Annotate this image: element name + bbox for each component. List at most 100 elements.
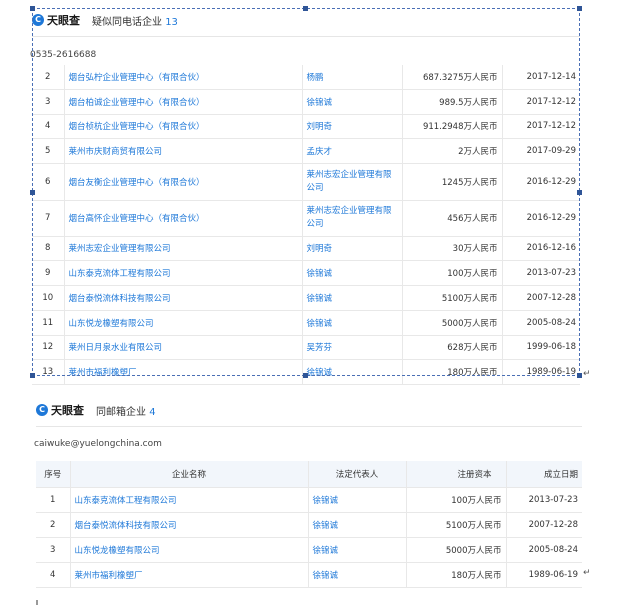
- section-divider: [36, 426, 582, 427]
- company-name-link[interactable]: 烟台高怀企业管理中心（有限合伙）: [64, 200, 303, 237]
- table-row: 2 烟台泰悦流体科技有限公司 徐锦诚 5100万人民币 2007-12-28: [36, 512, 582, 538]
- same-email-table: 序号 企业名称 法定代表人 注册资本 成立日期 1 山东泰克流体工程有限公司 徐锦诚…: [36, 461, 582, 588]
- table-row: 12 莱州日月泉水业有限公司 吴芳芬 628万人民币 1999-06-18: [32, 335, 580, 360]
- email-address: caiwuke@yuelongchina.com: [34, 439, 162, 449]
- section-title-same-phone: 疑似同电话企业 13: [92, 13, 178, 28]
- company-name-link[interactable]: 烟台柏诚企业管理中心（有限合伙）: [64, 89, 303, 115]
- table-row: 4 莱州市福利橡塑厂 徐锦诚 180万人民币 1989-06-19: [36, 562, 582, 588]
- registered-capital: 687.3275万人民币: [402, 65, 503, 90]
- tianyancha-logo: C 天眼查: [32, 12, 80, 28]
- resize-handle-tl[interactable]: [30, 6, 35, 11]
- founded-date: 2017-12-14: [502, 65, 580, 90]
- registered-capital: 989.5万人民币: [402, 89, 503, 115]
- row-index: 11: [32, 310, 65, 336]
- legal-rep-link[interactable]: 孟庆才: [302, 138, 403, 164]
- company-name-link[interactable]: 山东悦龙橡塑有限公司: [64, 310, 303, 336]
- legal-rep-link[interactable]: 吴芳芬: [302, 335, 403, 360]
- resize-handle-mr[interactable]: [577, 190, 582, 195]
- tianyancha-logo-icon: C: [32, 14, 44, 26]
- table-row: 5 莱州市庆财商贸有限公司 孟庆才 2万人民币 2017-09-29: [32, 138, 580, 164]
- registered-capital: 100万人民币: [402, 260, 503, 286]
- legal-rep-link[interactable]: 徐锦诚: [302, 359, 403, 385]
- company-name-link[interactable]: 莱州市福利橡塑厂: [64, 359, 303, 385]
- resize-handle-br[interactable]: [577, 373, 582, 378]
- row-index: 4: [32, 114, 65, 139]
- header-capital: 注册资本: [406, 461, 507, 488]
- table-header-row: 序号 企业名称 法定代表人 注册资本 成立日期: [36, 461, 582, 488]
- row-index: 8: [32, 236, 65, 261]
- brand-name: 天眼查: [47, 14, 80, 27]
- founded-date: 2016-12-16: [502, 236, 580, 261]
- section-count: 13: [165, 17, 178, 28]
- legal-rep-link[interactable]: 徐锦诚: [308, 562, 407, 588]
- table-row: 1 山东泰克流体工程有限公司 徐锦诚 100万人民币 2013-07-23: [36, 487, 582, 513]
- header-company-name: 企业名称: [70, 461, 309, 488]
- section-title-text: 疑似同电话企业: [92, 17, 162, 28]
- resize-handle-bm[interactable]: [303, 373, 308, 378]
- legal-rep-link[interactable]: 徐锦诚: [302, 260, 403, 286]
- paragraph-return-mark: ↵: [583, 568, 591, 578]
- founded-date: 1999-06-18: [502, 335, 580, 360]
- company-name-link[interactable]: 烟台友衡企业管理中心（有限合伙）: [64, 163, 303, 201]
- legal-rep-link[interactable]: 徐锦诚: [302, 89, 403, 115]
- legal-rep-link[interactable]: 莱州志宏企业管理有限公司: [302, 163, 403, 201]
- same-phone-table: 2 烟台弘柠企业管理中心（有限合伙） 杨鹏 687.3275万人民币 2017-12-1…: [32, 65, 580, 385]
- company-name-link[interactable]: 烟台泰悦流体科技有限公司: [64, 285, 303, 311]
- registered-capital: 1245万人民币: [402, 163, 503, 201]
- table-row: 9 山东泰克流体工程有限公司 徐锦诚 100万人民币 2013-07-23: [32, 260, 580, 286]
- legal-rep-link[interactable]: 刘明奇: [302, 114, 403, 139]
- founded-date: 2016-12-29: [502, 163, 580, 201]
- founded-date: 2017-12-12: [502, 89, 580, 115]
- registered-capital: 180万人民币: [406, 562, 507, 588]
- resize-handle-bl[interactable]: [30, 373, 35, 378]
- company-name-link[interactable]: 莱州志宏企业管理有限公司: [64, 236, 303, 261]
- company-name-link[interactable]: 烟台桢杭企业管理中心（有限合伙）: [64, 114, 303, 139]
- company-name-link[interactable]: 烟台泰悦流体科技有限公司: [70, 512, 309, 538]
- table-row: 13 莱州市福利橡塑厂 徐锦诚 180万人民币 1989-06-19: [32, 359, 580, 385]
- registered-capital: 5100万人民币: [402, 285, 503, 311]
- table-row: 11 山东悦龙橡塑有限公司 徐锦诚 5000万人民币 2005-08-24: [32, 310, 580, 336]
- resize-handle-tr[interactable]: [577, 6, 582, 11]
- row-index: 4: [36, 562, 71, 588]
- brand-name: 天眼查: [51, 404, 84, 417]
- table-row: 7 烟台高怀企业管理中心（有限合伙） 莱州志宏企业管理有限公司 456万人民币 2016…: [32, 200, 580, 237]
- legal-rep-link[interactable]: 徐锦诚: [308, 512, 407, 538]
- section-count: 4: [149, 407, 156, 418]
- company-name-link[interactable]: 山东悦龙橡塑有限公司: [70, 537, 309, 563]
- resize-handle-tm[interactable]: [303, 6, 308, 11]
- registered-capital: 5000万人民币: [402, 310, 503, 336]
- table-row: 10 烟台泰悦流体科技有限公司 徐锦诚 5100万人民币 2007-12-28: [32, 285, 580, 311]
- company-name-link[interactable]: 山东泰克流体工程有限公司: [70, 487, 309, 513]
- row-index: 2: [36, 512, 71, 538]
- registered-capital: 456万人民币: [402, 200, 503, 237]
- legal-rep-link[interactable]: 莱州志宏企业管理有限公司: [302, 200, 403, 237]
- company-name-link[interactable]: 莱州日月泉水业有限公司: [64, 335, 303, 360]
- row-index: 6: [32, 163, 65, 201]
- tianyancha-logo-icon: C: [36, 404, 48, 416]
- registered-capital: 100万人民币: [406, 487, 507, 513]
- registered-capital: 5100万人民币: [406, 512, 507, 538]
- company-name-link[interactable]: 烟台弘柠企业管理中心（有限合伙）: [64, 65, 303, 90]
- legal-rep-link[interactable]: 徐锦诚: [308, 537, 407, 563]
- founded-date: 2016-12-29: [502, 200, 580, 237]
- legal-rep-link[interactable]: 徐锦诚: [302, 310, 403, 336]
- tianyancha-logo: C 天眼查: [36, 402, 84, 418]
- company-name-link[interactable]: 莱州市福利橡塑厂: [70, 562, 309, 588]
- registered-capital: 628万人民币: [402, 335, 503, 360]
- row-index: 3: [32, 89, 65, 115]
- row-index: 9: [32, 260, 65, 286]
- header-legal-rep: 法定代表人: [308, 461, 407, 488]
- company-name-link[interactable]: 山东泰克流体工程有限公司: [64, 260, 303, 286]
- legal-rep-link[interactable]: 刘明奇: [302, 236, 403, 261]
- registered-capital: 180万人民币: [402, 359, 503, 385]
- row-index: 7: [32, 200, 65, 237]
- row-index: 1: [36, 487, 71, 513]
- legal-rep-link[interactable]: 徐锦诚: [308, 487, 407, 513]
- company-name-link[interactable]: 莱州市庆财商贸有限公司: [64, 138, 303, 164]
- resize-handle-ml[interactable]: [30, 190, 35, 195]
- founded-date: 2007-12-28: [502, 285, 580, 311]
- legal-rep-link[interactable]: 徐锦诚: [302, 285, 403, 311]
- registered-capital: 2万人民币: [402, 138, 503, 164]
- founded-date: 2013-07-23: [506, 487, 582, 513]
- legal-rep-link[interactable]: 杨鹏: [302, 65, 403, 90]
